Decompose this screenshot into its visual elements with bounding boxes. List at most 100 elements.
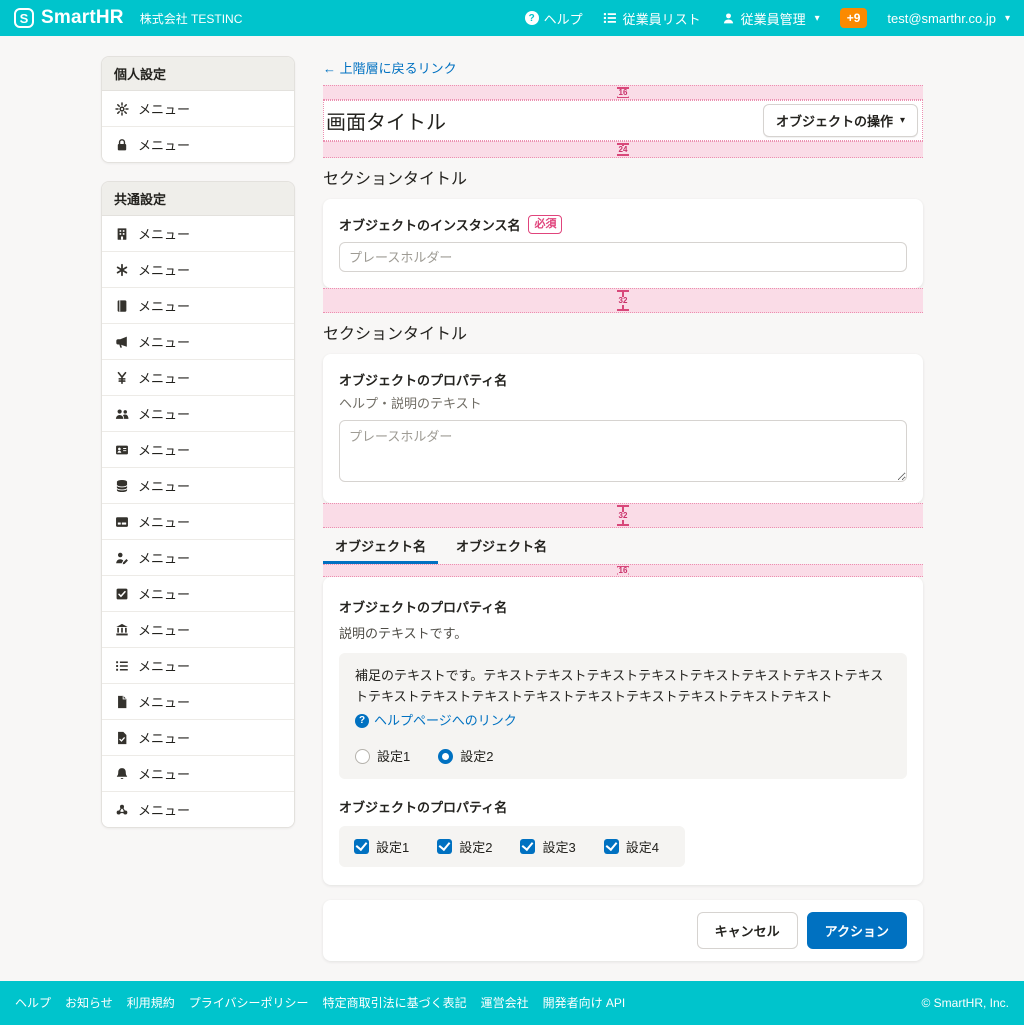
sidebar-item-menu[interactable]: メニュー [102,575,294,611]
sidebar-item-menu[interactable]: メニュー [102,755,294,791]
footer-link-commerce-law[interactable]: 特定商取引法に基づく表記 [323,994,467,1011]
sidebar-item-menu[interactable]: メニュー [102,791,294,827]
bell-icon [114,766,129,781]
header-help-label: ヘルプ [544,9,583,28]
action-button[interactable]: アクション [807,912,907,949]
sidebar-item-menu[interactable]: メニュー [102,503,294,539]
sidebar-item-label: メニュー [138,764,190,783]
sidebar-item-label: メニュー [138,584,190,603]
sidebar-item-label: メニュー [138,368,190,387]
checkbox-checked-icon [604,839,619,854]
checkbox-option-4[interactable]: 設定4 [604,837,659,856]
instance-name-input[interactable] [339,242,907,272]
sidebar-item-label: メニュー [138,332,190,351]
question-circle-icon [525,11,539,25]
asterisk-icon [114,262,129,277]
section-title: セクションタイトル [323,320,923,344]
lock-icon [114,137,129,152]
field-label-row: オブジェクトのインスタンス名 必須 [339,215,907,234]
sidebar-item-label: メニュー [138,692,190,711]
sidebar-item-menu[interactable]: メニュー [102,683,294,719]
page-title-row: 画面タイトル オブジェクトの操作 [323,100,923,141]
help-page-link[interactable]: ヘルプページへのリンク [355,710,517,731]
gear-icon [114,101,129,116]
notification-count-badge[interactable]: +9 [840,8,868,28]
account-email: test@smarthr.co.jp [887,11,996,26]
radio-selected-icon [438,749,453,764]
field-label-row: オブジェクトのプロパティ名 [339,797,907,816]
checkbox-option-2[interactable]: 設定2 [437,837,492,856]
header-employee-mgmt-dropdown[interactable]: 従業員管理 [721,9,820,28]
property-textarea[interactable] [339,420,907,482]
footer-link-help[interactable]: ヘルプ [15,994,51,1011]
checkbox-label: 設定1 [376,837,409,856]
header-employee-list-link[interactable]: 従業員リスト [603,9,701,28]
sidebar-item-menu[interactable]: メニュー [102,539,294,575]
sidebar-item-menu[interactable]: メニュー [102,251,294,287]
header-nav: ヘルプ 従業員リスト 従業員管理 +9 test@smarthr.co.jp [525,8,1010,28]
sidebar-item-label: メニュー [138,440,190,459]
measurement-marker: 16 [617,566,629,575]
field-help-text: ヘルプ・説明のテキスト [339,393,907,412]
sidebar-item-menu[interactable]: メニュー [102,126,294,162]
account-dropdown[interactable]: test@smarthr.co.jp [887,11,1010,26]
list-icon [603,11,618,26]
smarthr-logo[interactable]: S SmartHR [14,7,124,29]
sidebar-item-menu[interactable]: メニュー [102,91,294,126]
footer-link-news[interactable]: お知らせ [65,994,113,1011]
cancel-button[interactable]: キャンセル [697,912,798,949]
sidebar-item-label: メニュー [138,224,190,243]
company-name: 株式会社 TESTINC [140,10,243,27]
tab-object-2[interactable]: オブジェクト名 [444,528,559,564]
radio-option-2[interactable]: 設定2 [438,746,493,767]
sidebar-item-menu[interactable]: メニュー [102,359,294,395]
section-card-property: オブジェクトのプロパティ名 ヘルプ・説明のテキスト [323,354,923,503]
back-to-parent-link[interactable]: 上階層に戻るリンク [323,58,457,77]
object-actions-dropdown-button[interactable]: オブジェクトの操作 [763,104,918,137]
user-pen-icon [114,550,129,565]
checkbox-option-1[interactable]: 設定1 [354,837,409,856]
sidebar-item-label: メニュー [138,296,190,315]
sidebar-item-menu[interactable]: メニュー [102,287,294,323]
sidebar-item-label: メニュー [138,135,190,154]
sidebar-item-menu[interactable]: メニュー [102,323,294,359]
check-square-icon [114,586,129,601]
radio-label: 設定2 [460,746,493,767]
footer-link-terms[interactable]: 利用規約 [127,994,175,1011]
checkbox-option-3[interactable]: 設定3 [520,837,575,856]
field-label-row: オブジェクトのプロパティ名 [339,597,907,616]
header-help-link[interactable]: ヘルプ [525,9,583,28]
radio-label: 設定1 [377,746,410,767]
copyright: © SmartHR, Inc. [921,996,1009,1010]
sidebar-item-menu[interactable]: メニュー [102,611,294,647]
tab-bar: オブジェクト名 オブジェクト名 [323,528,923,564]
footer-link-company[interactable]: 運営会社 [481,994,529,1011]
list-icon [114,658,129,673]
spacing-annotation-16: 16 [323,564,923,577]
sidebar-group-title: 個人設定 [102,57,294,91]
footer-link-developer-api[interactable]: 開発者向け API [543,994,626,1011]
sidebar-item-menu[interactable]: メニュー [102,467,294,503]
sidebar-item-menu[interactable]: メニュー [102,647,294,683]
sidebar-item-menu[interactable]: メニュー [102,719,294,755]
checkbox-checked-icon [437,839,452,854]
landmark-icon [114,622,129,637]
field-label: オブジェクトのインスタンス名 [339,215,520,234]
book-icon [114,298,129,313]
footer-link-privacy[interactable]: プライバシーポリシー [189,994,309,1011]
id-card-icon [114,442,129,457]
radio-option-1[interactable]: 設定1 [355,746,410,767]
tab-object-1[interactable]: オブジェクト名 [323,528,438,564]
sidebar-group-personal: 個人設定 メニュー メニュー [101,56,295,163]
sidebar-item-label: メニュー [138,656,190,675]
sidebar-item-menu[interactable]: メニュー [102,431,294,467]
measurement-marker: 32 [617,290,629,311]
header-employee-list-label: 従業員リスト [623,9,701,28]
supplementary-note-box: 補足のテキストです。テキストテキストテキストテキストテキストテキストテキストテキ… [339,653,907,778]
sidebar-item-menu[interactable]: メニュー [102,395,294,431]
question-circle-icon [355,714,369,728]
checkbox-label: 設定3 [542,837,575,856]
smarthr-logo-mark-icon: S [14,8,34,28]
section-card-instance-name: オブジェクトのインスタンス名 必須 [323,199,923,288]
sidebar-item-menu[interactable]: メニュー [102,216,294,251]
